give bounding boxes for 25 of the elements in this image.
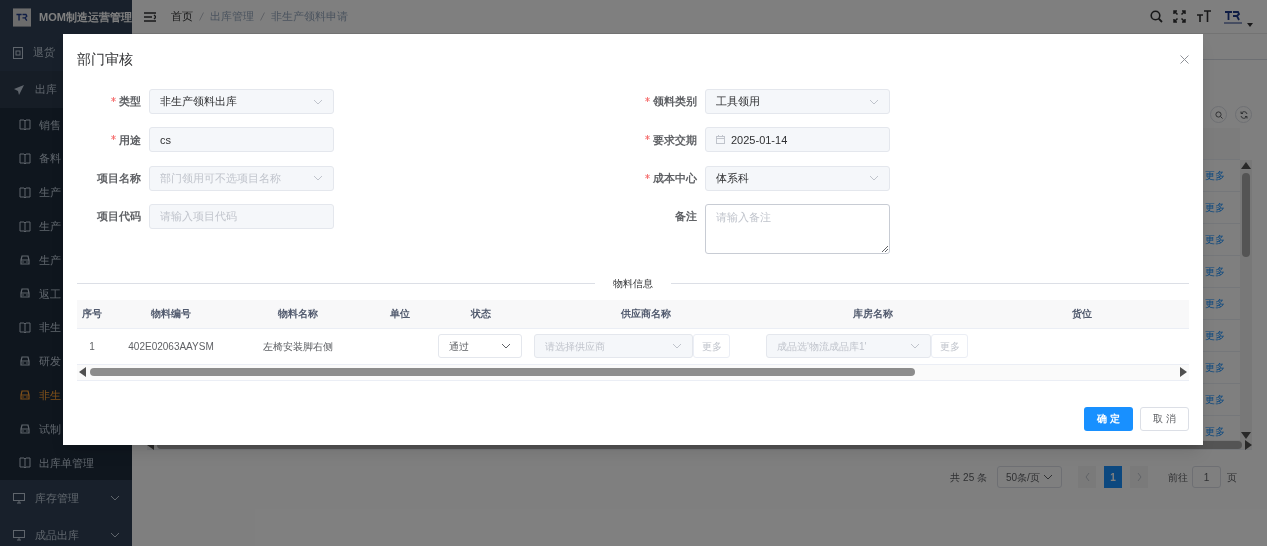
- field-label: 成本中心: [653, 170, 697, 186]
- column-header: 序号: [82, 307, 102, 322]
- column-header: 供应商名称: [621, 307, 671, 322]
- goto-label: 前往: [1168, 470, 1188, 485]
- table-cell-text: 1: [89, 339, 95, 354]
- field-label: 项目代码: [97, 209, 141, 225]
- column-header: 物料名称: [277, 307, 318, 322]
- column-header: 货位: [1072, 307, 1092, 322]
- field-label: 领料类别: [653, 94, 697, 110]
- column-header: 物料编号: [151, 307, 191, 322]
- field-label: 用途: [119, 132, 141, 148]
- field-label: 类型: [119, 94, 141, 110]
- total-count: 共 25 条: [950, 470, 987, 485]
- table-cell-text: 左椅安装脚右侧: [262, 339, 333, 354]
- page-suffix: 页: [1227, 470, 1237, 485]
- table-cell-text: 402E02063AAYSM: [128, 339, 214, 354]
- app-title: MOM制造运营管理: [39, 9, 132, 25]
- field-label: 备注: [675, 208, 697, 224]
- column-header: 单位: [390, 307, 410, 322]
- column-header: 库房名称: [852, 307, 893, 322]
- dialog-title: 部门审核: [77, 49, 133, 69]
- column-header: 状态: [471, 307, 491, 322]
- field-label: 项目名称: [97, 170, 141, 186]
- section-title: 物料信息: [612, 277, 654, 292]
- field-label: 要求交期: [653, 132, 697, 148]
